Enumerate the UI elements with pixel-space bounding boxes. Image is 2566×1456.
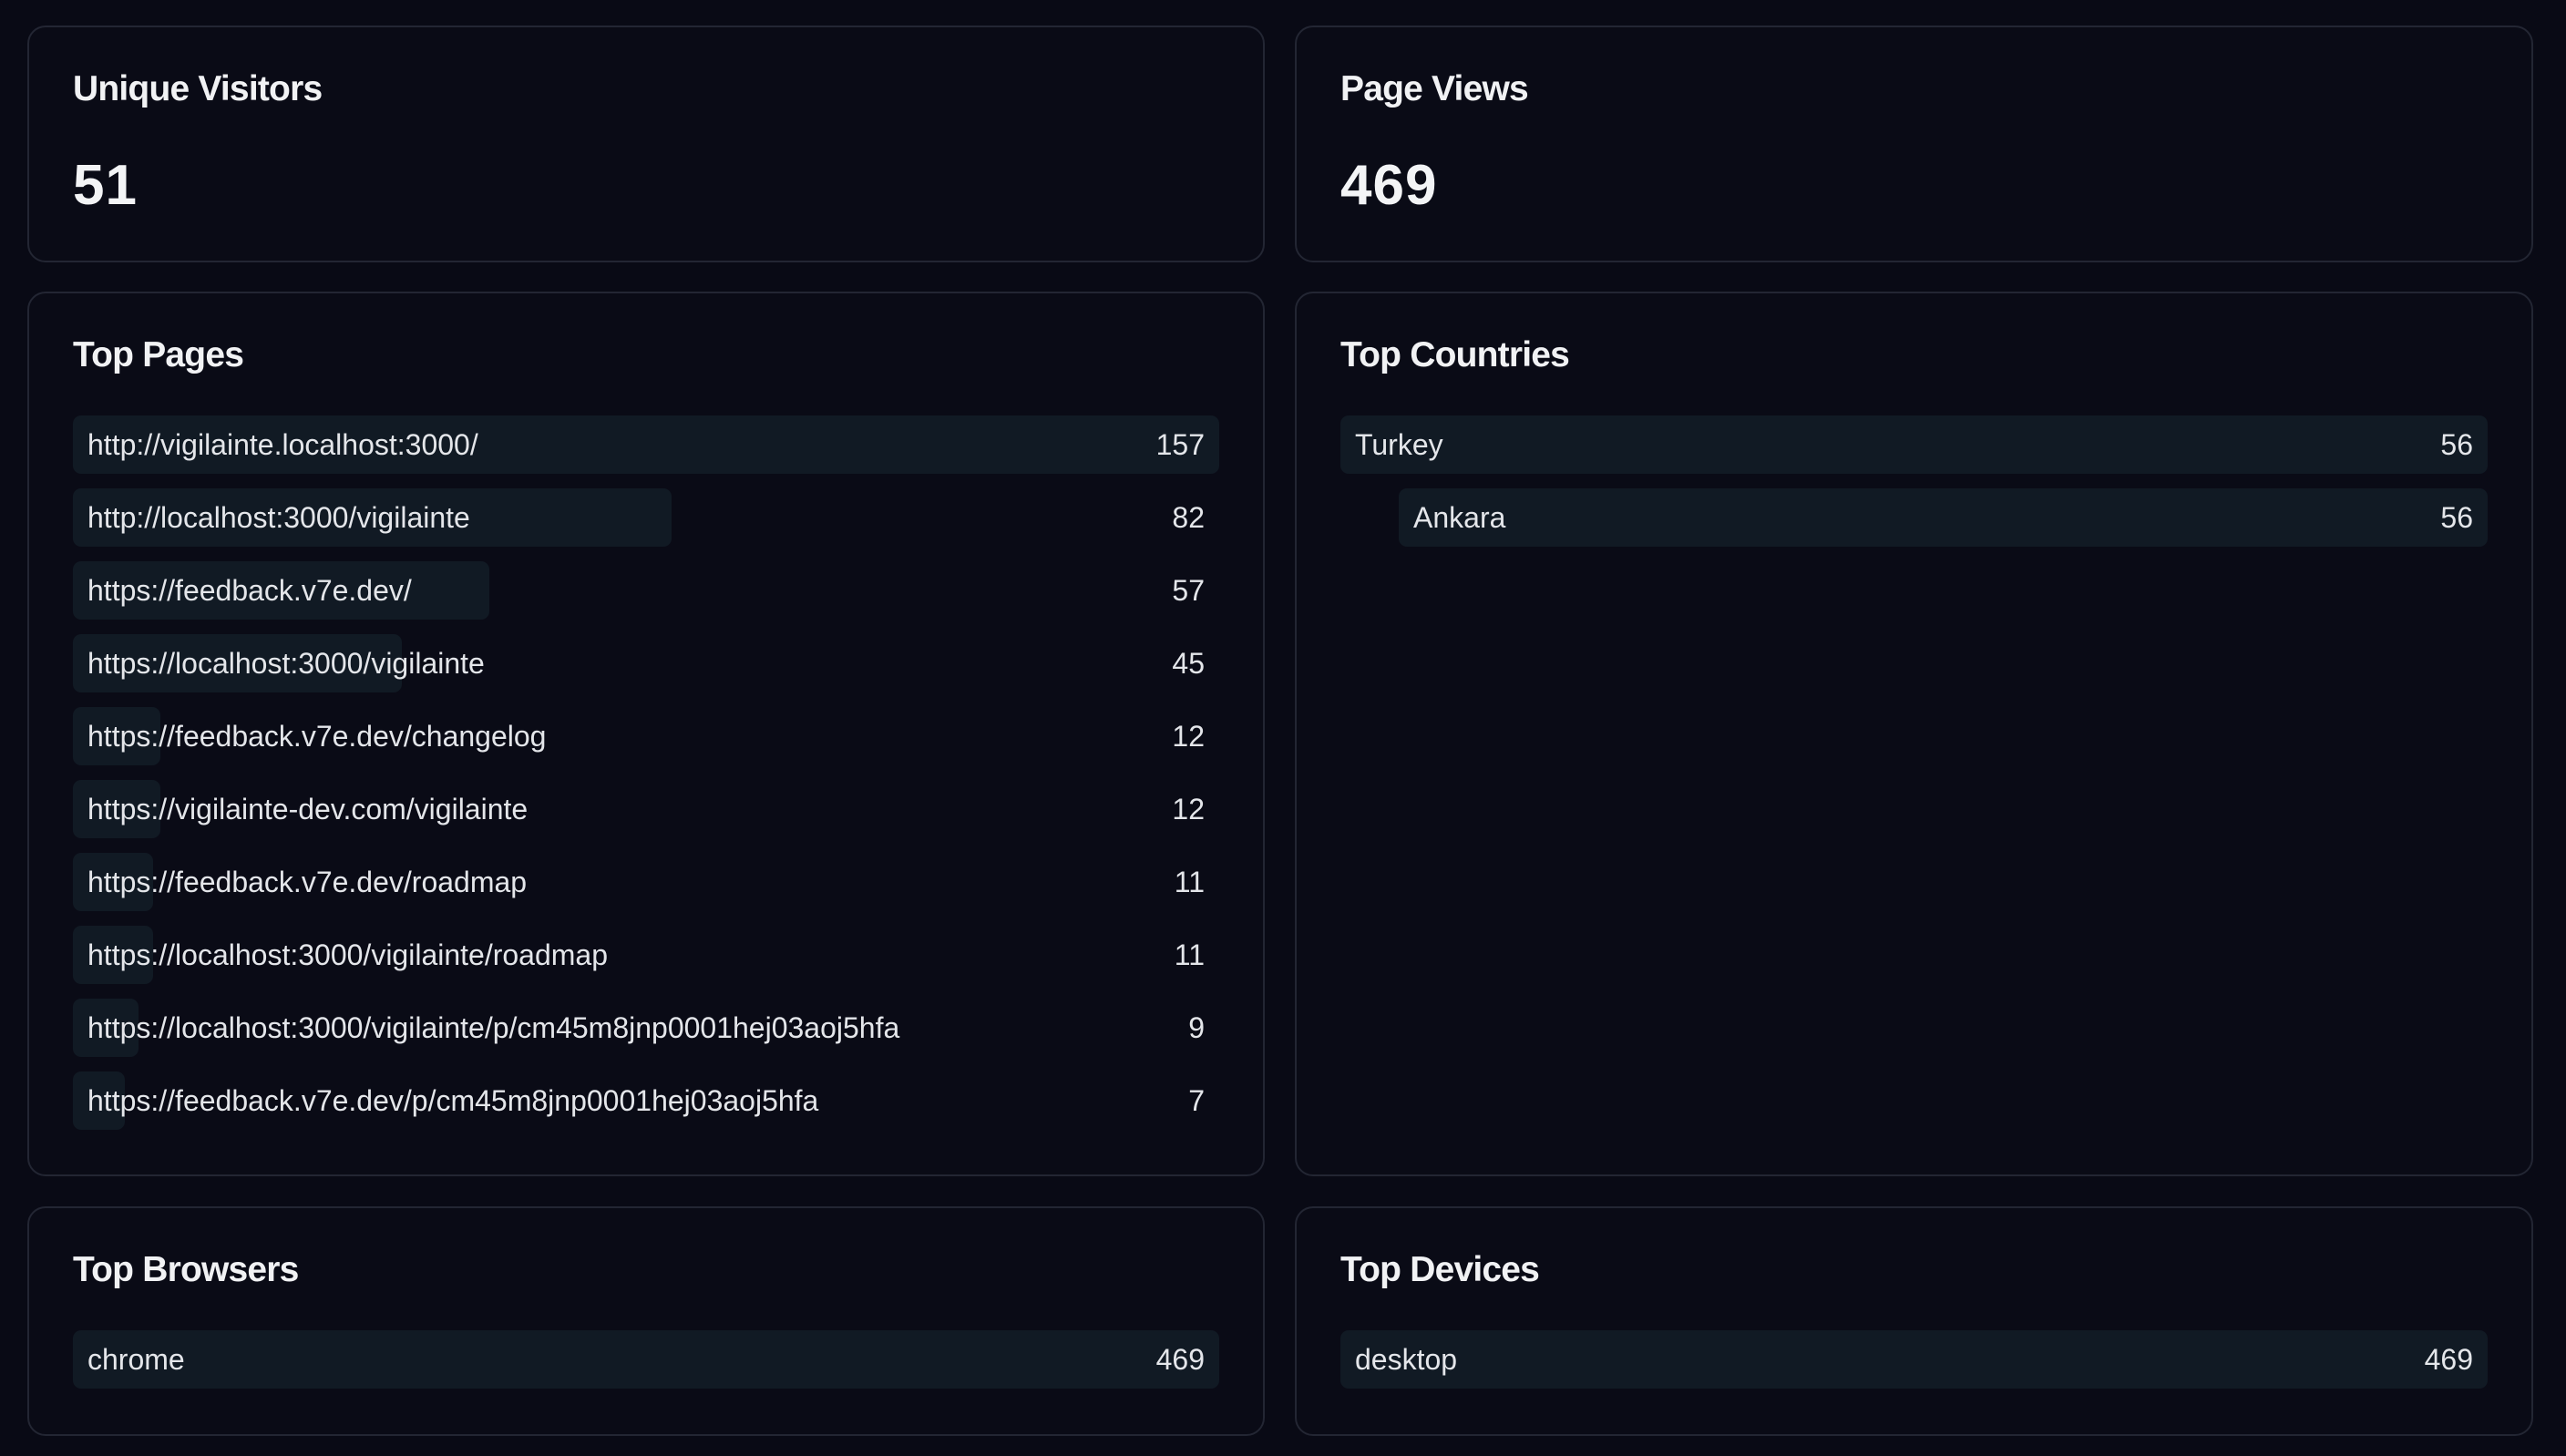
top-browsers-title: Top Browsers: [73, 1250, 299, 1289]
top-pages-row-label: https://localhost:3000/vigilainte/p/cm45…: [87, 1011, 900, 1044]
top-pages-row-value: 82: [1172, 501, 1205, 534]
top-browsers-row[interactable]: chrome 469: [73, 1330, 1219, 1389]
top-pages-row[interactable]: https://localhost:3000/vigilainte 45: [73, 634, 1219, 692]
top-pages-row-label: https://feedback.v7e.dev/roadmap: [87, 866, 528, 898]
top-devices-title: Top Devices: [1340, 1250, 1540, 1289]
top-devices-row-value: 469: [2424, 1343, 2473, 1376]
top-browsers-row-value: 469: [1155, 1343, 1205, 1376]
top-browsers-row-bar: [73, 1330, 1219, 1389]
top-countries-row-bar: [1399, 488, 2488, 547]
top-pages-row-label: http://localhost:3000/vigilainte: [87, 501, 470, 534]
top-countries-card: Top Countries Turkey 56 Ankara 56: [1295, 292, 2533, 1176]
page-views-value: 469: [1340, 154, 1438, 217]
top-pages-row-label: http://vigilainte.localhost:3000/: [87, 428, 478, 461]
top-devices-row[interactable]: desktop 469: [1340, 1330, 2488, 1389]
unique-visitors-value: 51: [73, 154, 138, 217]
top-countries-title: Top Countries: [1340, 335, 1570, 374]
top-pages-row-label: https://localhost:3000/vigilainte/roadma…: [87, 938, 609, 971]
top-pages-row[interactable]: http://vigilainte.localhost:3000/157: [73, 415, 1219, 474]
top-pages-card: Top Pages http://vigilainte.localhost:30…: [27, 292, 1265, 1176]
top-devices-row-bar: [1340, 1330, 2488, 1389]
page-views-card: Page Views 469: [1295, 26, 2533, 262]
top-pages-row-value: 9: [1188, 1011, 1205, 1044]
top-pages-row-label: https://localhost:3000/vigilainte: [87, 647, 485, 680]
top-devices-list: desktop 469: [1340, 1330, 2488, 1403]
top-pages-row-value: 11: [1174, 938, 1205, 971]
top-pages-row[interactable]: https://feedback.v7e.dev/p/cm45m8jnp0001…: [73, 1071, 1219, 1130]
top-pages-row[interactable]: https://localhost:3000/vigilainte/p/cm45…: [73, 999, 1219, 1057]
top-countries-row[interactable]: Ankara 56: [1399, 488, 2488, 547]
top-pages-row-value: 11: [1174, 866, 1205, 898]
top-pages-row-value: 12: [1172, 720, 1205, 753]
top-pages-row[interactable]: https://feedback.v7e.dev/roadmap 11: [73, 853, 1219, 911]
top-countries-row-value: 56: [2440, 428, 2473, 461]
top-countries-list: Turkey 56 Ankara 56: [1340, 415, 2488, 561]
top-pages-row-label: https://vigilainte-dev.com/vigilainte: [87, 793, 529, 825]
top-pages-row-label: https://feedback.v7e.dev/p/cm45m8jnp0001…: [87, 1084, 819, 1117]
top-pages-row-value: 157: [1155, 428, 1205, 461]
top-pages-list: http://vigilainte.localhost:3000/157 http…: [73, 415, 1219, 1144]
top-pages-row-value: 57: [1172, 574, 1205, 607]
page-views-title: Page Views: [1340, 69, 1529, 108]
top-pages-row[interactable]: https://feedback.v7e.dev/57: [73, 561, 1219, 620]
top-browsers-list: chrome 469: [73, 1330, 1219, 1403]
top-countries-row-bar: [1340, 415, 2488, 474]
top-pages-row-value: 12: [1172, 793, 1205, 825]
top-pages-row[interactable]: https://vigilainte-dev.com/vigilainte 12: [73, 780, 1219, 838]
top-pages-row-value: 45: [1172, 647, 1205, 680]
top-browsers-card: Top Browsers chrome 469: [27, 1206, 1265, 1436]
top-browsers-row-label: chrome: [87, 1343, 185, 1376]
top-pages-row[interactable]: http://localhost:3000/vigilainte 82: [73, 488, 1219, 547]
top-countries-row-label: Turkey: [1355, 428, 1443, 461]
top-devices-card: Top Devices desktop 469: [1295, 1206, 2533, 1436]
unique-visitors-title: Unique Visitors: [73, 69, 323, 108]
top-devices-row-label: desktop: [1355, 1343, 1458, 1376]
top-countries-row-label: Ankara: [1413, 501, 1506, 534]
top-pages-row[interactable]: https://localhost:3000/vigilainte/roadma…: [73, 926, 1219, 984]
unique-visitors-card: Unique Visitors 51: [27, 26, 1265, 262]
top-pages-row-label: https://feedback.v7e.dev/changelog: [87, 720, 547, 753]
top-countries-row[interactable]: Turkey 56: [1340, 415, 2488, 474]
top-pages-row-value: 7: [1188, 1084, 1205, 1117]
top-countries-row-value: 56: [2440, 501, 2473, 534]
top-pages-row[interactable]: https://feedback.v7e.dev/changelog 12: [73, 707, 1219, 765]
top-pages-row-label: https://feedback.v7e.dev/: [87, 574, 412, 607]
top-pages-title: Top Pages: [73, 335, 244, 374]
